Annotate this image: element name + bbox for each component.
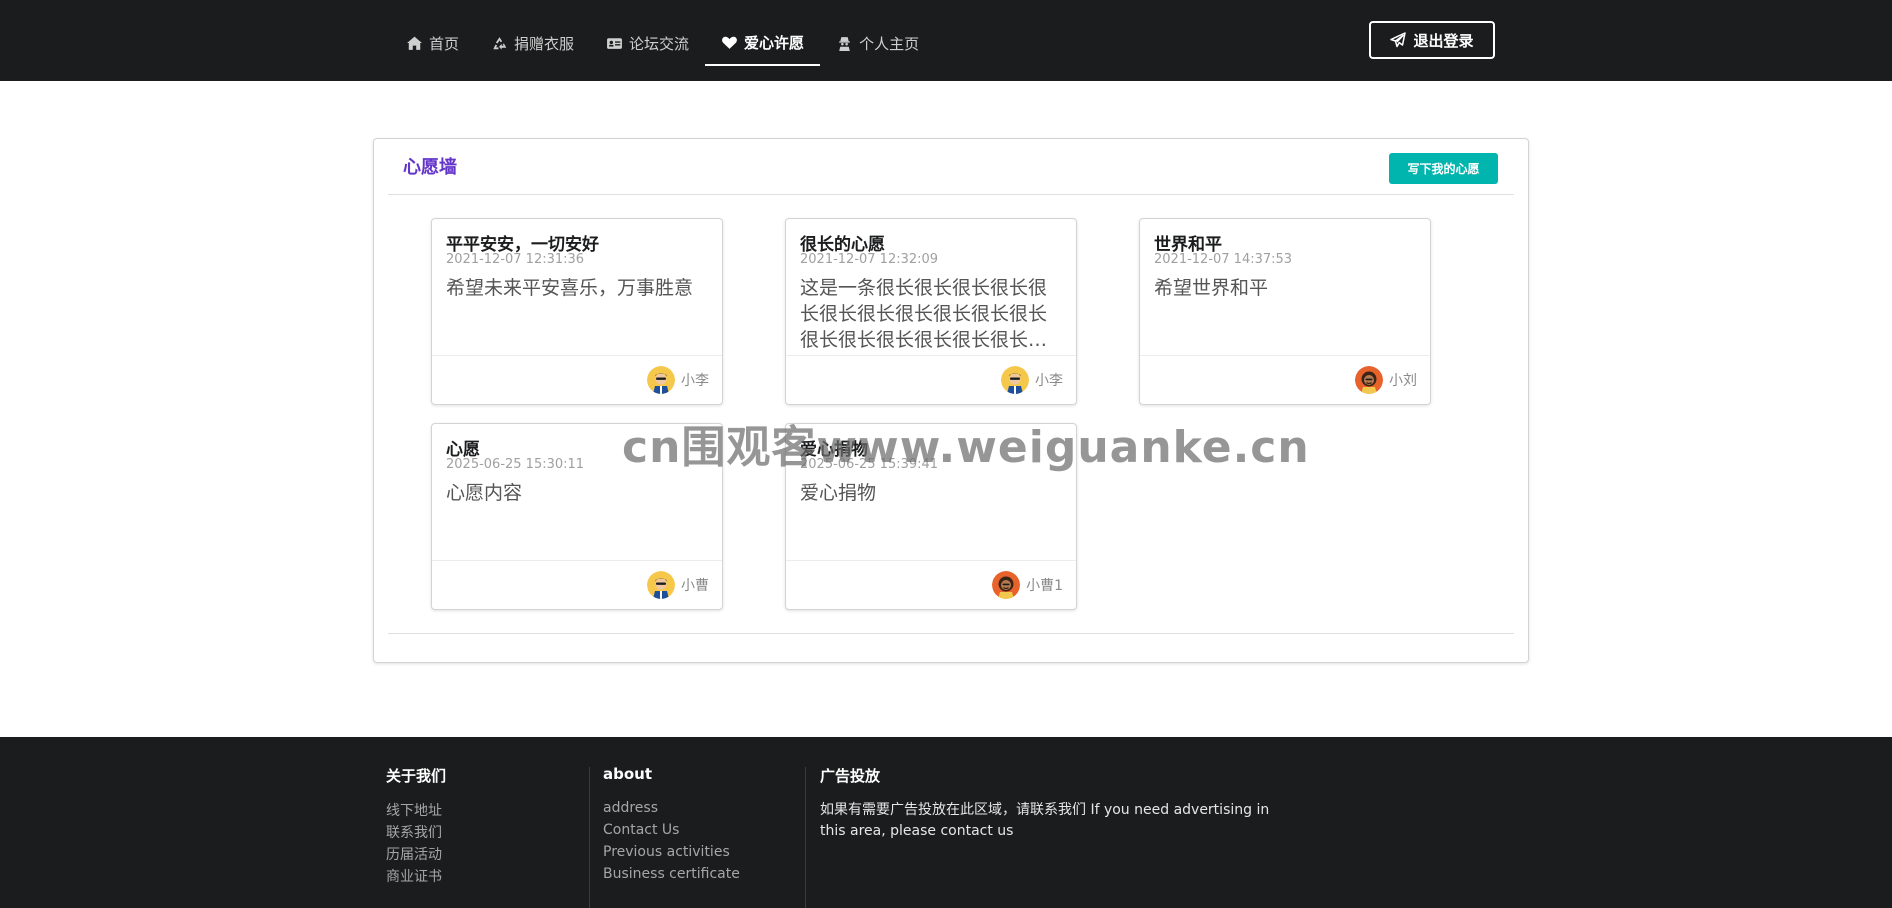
wish-date: 2021-12-07 12:31:36	[446, 252, 585, 267]
nav-item-label: 论坛交流	[629, 34, 690, 53]
nav-item-label: 个人主页	[859, 34, 920, 53]
divider	[388, 194, 1514, 195]
avatar	[1001, 366, 1029, 394]
home-icon	[406, 35, 423, 52]
footer-divider	[805, 767, 806, 908]
footer-link[interactable]: Business certificate	[603, 863, 740, 885]
nav-item-home[interactable]: 首页	[390, 20, 475, 66]
footer-link[interactable]: Previous activities	[603, 841, 740, 863]
footer-ads-text: 如果有需要广告投放在此区域，请联系我们 If you need advertis…	[820, 802, 1270, 839]
page-title: 心愿墙	[403, 157, 457, 178]
footer-heading: 关于我们	[386, 767, 447, 785]
logout-label: 退出登录	[1413, 31, 1474, 50]
logout-button[interactable]: 退出登录	[1369, 21, 1495, 59]
author-name: 小曹	[681, 578, 709, 594]
wish-author[interactable]: 小李	[1001, 366, 1063, 394]
avatar	[647, 571, 675, 599]
heart-icon	[721, 34, 738, 51]
wish-date: 2021-12-07 14:37:53	[1154, 252, 1293, 267]
wish-content: 希望未来平安喜乐，万事胜意	[446, 277, 694, 299]
wish-content: 爱心捐物	[800, 482, 877, 504]
nav-item-donate-clothes[interactable]: 捐赠衣服	[475, 20, 590, 66]
wish-author[interactable]: 小曹	[647, 571, 709, 599]
page-footer: 关于我们 线下地址 联系我们 历届活动 商业证书 about address C…	[0, 737, 1892, 908]
avatar	[992, 571, 1021, 599]
author-name: 小曹1	[1026, 578, 1063, 594]
nav-item-label: 爱心许愿	[744, 33, 805, 52]
wish-card-footer: 小李	[786, 355, 1076, 404]
wish-author[interactable]: 小曹1	[992, 571, 1063, 599]
wish-date: 2021-12-07 12:32:09	[800, 252, 939, 267]
wish-card[interactable]: 爱心捐物 2025-06-25 15:39:41 爱心捐物 小曹1	[785, 423, 1077, 610]
footer-heading: 广告投放	[820, 767, 881, 785]
wish-content: 希望世界和平	[1154, 277, 1269, 299]
wish-author[interactable]: 小李	[647, 366, 709, 394]
wish-wall-panel: 心愿墙 写下我的心愿 平平安安，一切安好 2021-12-07 12:31:36…	[373, 138, 1529, 663]
wish-date: 2025-06-25 15:30:11	[446, 457, 585, 472]
wish-card[interactable]: 心愿 2025-06-25 15:30:11 心愿内容 小曹	[431, 423, 723, 610]
wish-card-footer: 小李	[432, 355, 722, 404]
nav-item-profile[interactable]: 个人主页	[820, 20, 935, 66]
wish-card[interactable]: 平平安安，一切安好 2021-12-07 12:31:36 希望未来平安喜乐，万…	[431, 218, 723, 405]
wish-card-footer: 小曹	[432, 560, 722, 609]
avatar	[647, 366, 675, 394]
footer-ads: 广告投放 如果有需要广告投放在此区域，请联系我们 If you need adv…	[820, 765, 1290, 842]
author-name: 小李	[1035, 373, 1063, 389]
footer-link[interactable]: 商业证书	[386, 866, 446, 888]
nav-item-wishes[interactable]: 爱心许愿	[705, 20, 821, 66]
author-name: 小李	[681, 373, 709, 389]
avatar	[1355, 366, 1383, 394]
footer-divider	[589, 767, 590, 908]
wish-card-footer: 小曹1	[786, 560, 1076, 609]
wish-content: 这是一条很长很长很长很长很长很长很长很长很长很长很长很长很长很长很长很长很长很长…	[800, 277, 1048, 351]
footer-about-en: about address Contact Us Previous activi…	[603, 765, 740, 885]
footer-link[interactable]: 线下地址	[386, 800, 446, 822]
nav-item-forum[interactable]: 论坛交流	[590, 20, 705, 66]
wish-card[interactable]: 世界和平 2021-12-07 14:37:53 希望世界和平 小刘	[1139, 218, 1431, 405]
recycle-icon	[491, 35, 508, 52]
nav-item-label: 捐赠衣服	[514, 34, 575, 53]
write-wish-button[interactable]: 写下我的心愿	[1389, 153, 1498, 184]
footer-link[interactable]: address	[603, 797, 740, 819]
top-navbar: 首页 捐赠衣服 论坛交流 爱心许愿 个人主页 退出登录	[0, 0, 1892, 81]
author-name: 小刘	[1389, 373, 1417, 389]
footer-link[interactable]: Contact Us	[603, 819, 740, 841]
wish-card[interactable]: 很长的心愿 2021-12-07 12:32:09 这是一条很长很长很长很长很长…	[785, 218, 1077, 405]
divider	[388, 633, 1514, 634]
footer-about-cn: 关于我们 线下地址 联系我们 历届活动 商业证书	[386, 765, 446, 888]
wish-card-footer: 小刘	[1140, 355, 1430, 404]
wish-content: 心愿内容	[446, 482, 523, 504]
wish-author[interactable]: 小刘	[1355, 366, 1417, 394]
nav-item-label: 首页	[429, 34, 460, 53]
wish-card-grid: 平平安安，一切安好 2021-12-07 12:31:36 希望未来平安喜乐，万…	[431, 218, 1471, 610]
id-card-icon	[606, 35, 623, 52]
main-nav: 首页 捐赠衣服 论坛交流 爱心许愿 个人主页	[390, 20, 935, 66]
user-secret-icon	[836, 35, 853, 52]
footer-link[interactable]: 联系我们	[386, 822, 446, 844]
paper-plane-icon	[1390, 32, 1407, 48]
footer-heading: about	[603, 765, 653, 783]
wish-date: 2025-06-25 15:39:41	[800, 457, 939, 472]
footer-link[interactable]: 历届活动	[386, 844, 446, 866]
